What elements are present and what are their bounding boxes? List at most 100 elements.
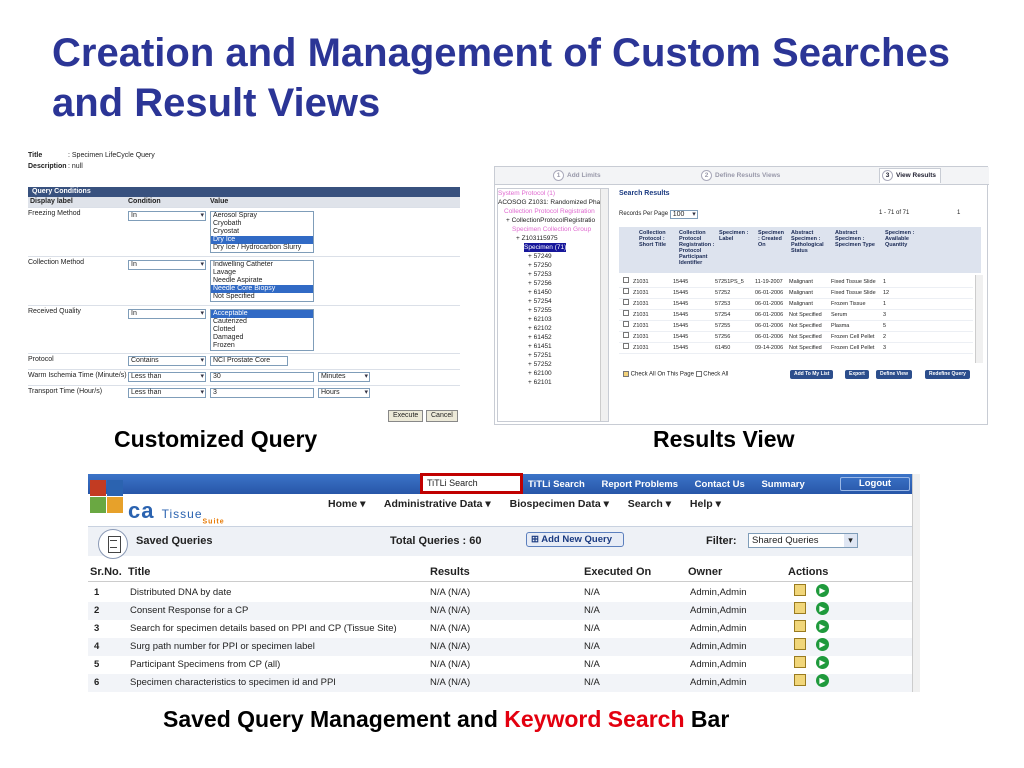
value-option[interactable]: Needle Core Biopsy (211, 285, 313, 293)
tree-node[interactable]: + 61450 (498, 288, 608, 297)
define-view-button[interactable]: Define View (876, 370, 912, 379)
export-button[interactable]: Export (845, 370, 869, 379)
tree-node[interactable]: + Z103115975 (498, 234, 608, 243)
tree-node[interactable]: + 61452 (498, 333, 608, 342)
nav-home[interactable]: Home ▾ (328, 498, 365, 510)
nav-administrative-data[interactable]: Administrative Data ▾ (384, 498, 491, 510)
tree-node[interactable]: System Protocol (1) (498, 189, 608, 198)
nav-biospecimen-data[interactable]: Biospecimen Data ▾ (510, 498, 609, 510)
saved-query-title-link[interactable]: Specimen characteristics to specimen id … (130, 674, 336, 692)
saved-query-title-link[interactable]: Surg path number for PPI or specimen lab… (130, 638, 315, 656)
run-query-icon[interactable]: ▶ (816, 584, 829, 597)
transport-time-unit-select[interactable]: Hours (318, 388, 370, 398)
value-option[interactable]: Cryostat (211, 228, 313, 236)
tree-node[interactable]: + 62100 (498, 369, 608, 378)
results-scrollbar[interactable] (975, 275, 983, 363)
tree-node[interactable]: ACOSOG Z1031: Randomized Pha (498, 198, 608, 207)
titli-search-link[interactable]: TiTLi Search (528, 479, 585, 490)
tree-node[interactable]: + 57250 (498, 261, 608, 270)
step-define-results-views[interactable]: 2 Define Results Views (701, 170, 780, 181)
result-row[interactable]: Z1031 15445 61450 09-14-2006 Not Specified Fr… (619, 343, 973, 354)
records-per-page-select[interactable]: 100 (669, 210, 698, 219)
run-query-icon[interactable]: ▶ (816, 620, 829, 633)
result-row[interactable]: Z1031 15445 57255 06-01-2006 Not Specified Pl… (619, 321, 973, 332)
tree-node[interactable]: + 57255 (498, 306, 608, 315)
page-scrollbar[interactable] (912, 474, 920, 692)
nav-help[interactable]: Help ▾ (690, 498, 721, 510)
condition-select[interactable]: In (128, 211, 206, 221)
contact-us-link[interactable]: Contact Us (695, 479, 745, 490)
edit-query-icon[interactable] (794, 620, 806, 632)
protocol-value-input[interactable]: NCI Prostate Core (210, 356, 288, 366)
value-option[interactable]: Cauterized (211, 318, 313, 326)
redefine-query-button[interactable]: Redefine Query (925, 370, 970, 379)
saved-query-title-link[interactable]: Participant Specimens from CP (all) (130, 656, 280, 674)
value-option[interactable]: Acceptable (211, 310, 313, 318)
tree-node[interactable]: + 57256 (498, 279, 608, 288)
tree-node[interactable]: Collection Protocol Registration (498, 207, 608, 216)
value-option[interactable]: Clotted (211, 326, 313, 334)
tree-node[interactable]: + 57251 (498, 351, 608, 360)
value-option[interactable]: Cryobath (211, 220, 313, 228)
warm-ischemia-value-input[interactable]: 30 (210, 372, 314, 382)
tree-scrollbar[interactable] (600, 189, 608, 421)
summary-link[interactable]: Summary (761, 479, 804, 490)
run-query-icon[interactable]: ▶ (816, 674, 829, 687)
condition-select[interactable]: In (128, 260, 206, 270)
warm-ischemia-unit-select[interactable]: Minutes (318, 372, 370, 382)
value-option[interactable]: Not Specified (211, 293, 313, 301)
result-row[interactable]: Z1031 15445 57256 06-01-2006 Not Specified Fr… (619, 332, 973, 343)
report-problems-link[interactable]: Report Problems (601, 479, 678, 490)
check-all-checkbox[interactable] (695, 371, 702, 377)
value-option[interactable]: Aerosol Spray (211, 212, 313, 220)
protocol-condition-select[interactable]: Contains (128, 356, 206, 366)
result-row[interactable]: Z1031 15445 57254 06-01-2006 Not Specified Se… (619, 310, 973, 321)
edit-query-icon[interactable] (794, 584, 806, 596)
result-row[interactable]: Z1031 15445 57253 06-01-2006 Malignant Frozen… (619, 299, 973, 310)
saved-query-title-link[interactable]: Distributed DNA by date (130, 584, 231, 602)
nav-search[interactable]: Search ▾ (628, 498, 671, 510)
value-listbox[interactable]: Acceptable Cauterized Clotted Damaged Frozen (210, 309, 314, 351)
add-new-query-button[interactable]: ⊞ Add New Query (526, 532, 624, 547)
page-number[interactable]: 1 (957, 210, 960, 216)
saved-query-title-link[interactable]: Consent Response for a CP (130, 602, 248, 620)
tree-node[interactable]: + 62102 (498, 324, 608, 333)
logout-button[interactable]: Logout (840, 477, 910, 491)
step-add-limits[interactable]: 1 Add Limits (553, 170, 601, 181)
run-query-icon[interactable]: ▶ (816, 602, 829, 615)
transport-time-value-input[interactable]: 3 (210, 388, 314, 398)
step-view-results[interactable]: 3 View Results (879, 168, 941, 183)
condition-select[interactable]: In (128, 309, 206, 319)
saved-query-title-link[interactable]: Search for specimen details based on PPI… (130, 620, 397, 638)
edit-query-icon[interactable] (794, 638, 806, 650)
edit-query-icon[interactable] (794, 656, 806, 668)
value-option[interactable]: Lavage (211, 269, 313, 277)
execute-button[interactable]: Execute (388, 410, 424, 422)
keyword-search-input[interactable]: TiTLi Search (420, 473, 523, 494)
value-option[interactable]: Frozen (211, 342, 313, 350)
value-listbox[interactable]: Indwelling Catheter Lavage Needle Aspirate… (210, 260, 314, 302)
add-to-my-list-button[interactable]: Add To My List (790, 370, 834, 379)
filter-select[interactable]: Shared Queries (748, 533, 858, 548)
tree-node[interactable]: + 57254 (498, 297, 608, 306)
value-option[interactable]: Dry Ice / Hydrocarbon Slurry (211, 244, 313, 252)
result-row[interactable]: Z1031 15445 57252 06-01-2006 Malignant Fixed … (619, 288, 973, 299)
value-option[interactable]: Indwelling Catheter (211, 261, 313, 269)
value-option[interactable]: Dry Ice (211, 236, 313, 244)
tree-node[interactable]: Specimen (71) (498, 243, 608, 252)
value-listbox[interactable]: Aerosol Spray Cryobath Cryostat Dry Ice Dry … (210, 211, 314, 253)
check-all-page-checkbox[interactable] (623, 371, 629, 377)
tree-node[interactable]: Specimen Collection Group (498, 225, 608, 234)
transport-time-condition-select[interactable]: Less than (128, 388, 206, 398)
tree-node[interactable]: + 57249 (498, 252, 608, 261)
tree-node[interactable]: + 57252 (498, 360, 608, 369)
result-row[interactable]: Z1031 15445 57251PS_5 11-19-2007 Malignant Fi… (619, 277, 973, 288)
cancel-button[interactable]: Cancel (426, 410, 458, 422)
tree-node[interactable]: + 61451 (498, 342, 608, 351)
edit-query-icon[interactable] (794, 674, 806, 686)
edit-query-icon[interactable] (794, 602, 806, 614)
value-option[interactable]: Damaged (211, 334, 313, 342)
tree-node[interactable]: + 62103 (498, 315, 608, 324)
warm-ischemia-condition-select[interactable]: Less than (128, 372, 206, 382)
tree-node[interactable]: + 57253 (498, 270, 608, 279)
